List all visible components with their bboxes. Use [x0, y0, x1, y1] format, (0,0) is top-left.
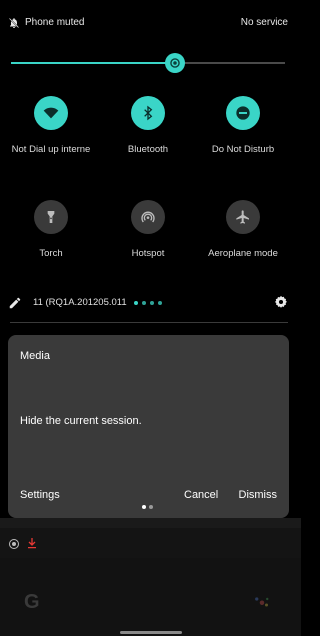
page-dot	[134, 301, 138, 305]
bluetooth-tile-button[interactable]	[131, 96, 165, 130]
tile-aeroplane-mode[interactable]: Aeroplane mode	[193, 200, 293, 259]
search-widget-area: G	[0, 558, 301, 636]
dismiss-button[interactable]: Dismiss	[239, 489, 278, 502]
gear-icon[interactable]	[274, 295, 288, 309]
page-dot	[150, 301, 154, 305]
dnd-tile-button[interactable]	[226, 96, 260, 130]
screen-record-icon	[9, 539, 19, 549]
brightness-thumb[interactable]	[165, 53, 186, 73]
tile-wifi[interactable]: Not Dial up interne	[1, 96, 101, 155]
no-service-label: No service	[240, 17, 288, 28]
build-number[interactable]: 11 (RQ1A.201205.011	[33, 297, 128, 308]
tile-label: Torch	[39, 248, 63, 259]
media-card-title: Media	[20, 350, 50, 362]
tile-bluetooth[interactable]: Bluetooth	[98, 96, 198, 155]
brightness-fill	[11, 62, 176, 64]
phone-muted-label: Phone muted	[25, 17, 85, 28]
torch-icon	[47, 211, 55, 223]
brightness-slider[interactable]	[11, 52, 285, 74]
page-dot	[142, 505, 146, 509]
tile-label: Do Not Disturb	[211, 144, 275, 155]
tile-do-not-disturb[interactable]: Do Not Disturb	[193, 96, 293, 155]
hotspot-tile-button[interactable]	[131, 200, 165, 234]
brightness-icon	[170, 58, 181, 68]
tile-torch[interactable]: Torch	[1, 200, 101, 259]
hotspot-icon	[141, 211, 155, 223]
google-logo-icon[interactable]: G	[24, 591, 40, 614]
airplane-icon	[236, 210, 249, 224]
do-not-disturb-icon	[236, 106, 250, 120]
media-session-card: Media Hide the current session. Settings…	[8, 335, 289, 518]
notification-icons-row	[0, 528, 301, 558]
page-dot	[158, 301, 162, 305]
torch-tile-button[interactable]	[34, 200, 68, 234]
tile-label: Bluetooth	[127, 144, 169, 155]
qs-footer: 11 (RQ1A.201205.011	[0, 292, 301, 314]
home-gesture-bar[interactable]	[120, 631, 182, 634]
page-indicator	[134, 301, 162, 305]
aeroplane-tile-button[interactable]	[226, 200, 260, 234]
settings-button[interactable]: Settings	[20, 489, 60, 502]
wifi-tile-button[interactable]	[34, 96, 68, 130]
tile-label: Not Dial up interne	[11, 144, 91, 155]
bell-off-icon	[8, 17, 20, 29]
media-page-indicator	[142, 505, 153, 509]
page-dot	[142, 301, 146, 305]
cancel-button[interactable]: Cancel	[184, 489, 218, 502]
bluetooth-icon	[144, 105, 153, 121]
wifi-icon	[43, 107, 59, 119]
edit-pencil-icon[interactable]	[8, 296, 22, 310]
page-dot	[149, 505, 153, 509]
tile-hotspot[interactable]: Hotspot	[98, 200, 198, 259]
assistant-icon[interactable]	[253, 594, 271, 610]
divider	[10, 322, 288, 323]
media-card-message: Hide the current session.	[20, 415, 142, 427]
tile-label: Hotspot	[131, 248, 165, 259]
app-strip	[0, 518, 301, 528]
media-card-actions: Settings Cancel Dismiss	[20, 489, 277, 503]
status-bar: Phone muted No service	[0, 0, 301, 46]
tile-label: Aeroplane mode	[208, 248, 278, 259]
download-icon	[28, 538, 36, 549]
